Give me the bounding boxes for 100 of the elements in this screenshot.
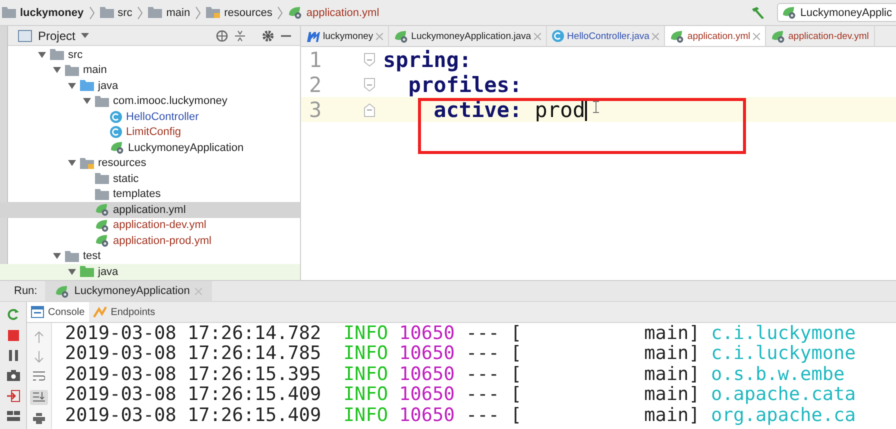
code-text: active: prod	[432, 98, 586, 122]
log-separator: ---	[466, 384, 500, 406]
tree-item[interactable]: java	[68, 78, 300, 94]
dropdown-caret-icon[interactable]	[81, 32, 90, 38]
folder-icon	[2, 7, 16, 18]
log-thread: [ main]	[510, 343, 700, 364]
log-pid: 10650	[399, 323, 455, 344]
tree-item[interactable]: static	[83, 171, 300, 186]
log-level: INFO	[343, 323, 388, 344]
log-level: INFO	[343, 364, 388, 385]
console-tab[interactable]: Endpoints	[88, 302, 160, 322]
log-logger: c.i.luckymone	[710, 343, 856, 364]
chevron-icon	[195, 6, 202, 20]
class-icon	[552, 30, 564, 42]
fold-marker-icon[interactable]	[364, 102, 375, 116]
i-beam-cursor-icon	[592, 100, 599, 112]
leaf-icon	[670, 30, 684, 42]
soft-wrap-icon[interactable]	[33, 371, 45, 382]
folder-icon	[95, 173, 109, 184]
chevron-icon	[137, 6, 144, 20]
chevron-icon	[88, 6, 95, 20]
log-timestamp: 2019-03-08 17:26:15.409	[65, 384, 322, 406]
editor-tab[interactable]: luckymoney	[301, 26, 390, 46]
run-configuration-dropdown[interactable]: LuckymoneyApplic	[777, 3, 896, 22]
log-level: INFO	[343, 343, 388, 364]
chevron-icon	[277, 6, 284, 20]
stop-icon[interactable]	[8, 330, 18, 341]
pause-icon[interactable]	[8, 350, 18, 361]
panel-title[interactable]: Project	[38, 28, 76, 42]
log-logger: org.apache.ca	[710, 404, 856, 426]
tree-item[interactable]: main	[53, 62, 300, 78]
editor-tab[interactable]: application-dev.yml	[766, 26, 875, 46]
tree-item[interactable]: resources	[68, 156, 300, 171]
editor-tab[interactable]: application.yml	[665, 26, 766, 46]
leaf-icon	[288, 6, 302, 19]
camera-icon[interactable]	[6, 370, 20, 381]
tree-item[interactable]: HelloController	[98, 109, 300, 124]
print-icon[interactable]	[33, 413, 45, 424]
log-pid: 10650	[399, 384, 455, 406]
tree-item[interactable]: templates	[83, 186, 300, 202]
expanded-arrow-icon[interactable]	[68, 159, 76, 168]
log-level: INFO	[343, 404, 388, 426]
run-label: Run:	[13, 285, 38, 297]
target-icon[interactable]	[216, 30, 228, 42]
run-tab[interactable]: LuckymoneyApplication	[45, 281, 212, 301]
editor-tab[interactable]: LuckymoneyApplication.java	[389, 26, 548, 46]
log-logger: o.apache.cata	[710, 384, 856, 406]
letter-m-icon	[306, 30, 320, 42]
settings-icon[interactable]	[262, 30, 274, 42]
breadcrumb[interactable]: main	[148, 6, 190, 18]
log-separator: ---	[466, 404, 500, 426]
folder-icon	[50, 49, 64, 60]
class-icon	[110, 126, 122, 138]
fold-marker-icon[interactable]	[364, 78, 375, 92]
folder-icon	[65, 250, 79, 262]
tree-item[interactable]: LimitConfig	[98, 124, 300, 140]
log-timestamp: 2019-03-08 17:26:15.395	[65, 364, 322, 385]
graph-icon	[92, 306, 107, 318]
exit-icon[interactable]	[6, 390, 20, 402]
collapse-all-icon[interactable]	[234, 30, 246, 42]
line-number: 3	[308, 98, 323, 122]
hammer-icon[interactable]	[750, 6, 766, 20]
console-tab[interactable]: Console	[27, 302, 89, 322]
leaf-icon	[782, 6, 796, 19]
tree-item[interactable]: com.imooc.luckymoney	[83, 94, 300, 109]
folder-icon	[95, 188, 109, 200]
code-text: spring:	[383, 48, 472, 72]
tree-item[interactable]: java	[0, 264, 300, 280]
breadcrumb[interactable]: resources	[206, 6, 272, 18]
log-separator: ---	[466, 343, 500, 364]
tree-item[interactable]: test	[53, 248, 300, 264]
tree-item[interactable]: src	[8, 47, 300, 62]
tree-item[interactable]: application.yml	[0, 202, 300, 218]
line-number: 1	[308, 48, 323, 72]
code-text: profiles:	[407, 72, 522, 96]
scroll-to-end-icon	[33, 392, 45, 403]
text-cursor	[585, 98, 587, 120]
scroll-to-end-button[interactable]	[30, 390, 48, 405]
folder-icon	[148, 7, 162, 18]
log-level: INFO	[343, 384, 388, 406]
breadcrumb[interactable]: application.yml	[288, 6, 380, 19]
rerun-icon[interactable]	[6, 308, 20, 321]
folder-icon	[100, 7, 114, 18]
tree-item[interactable]: application-prod.yml	[83, 233, 300, 248]
log-separator: ---	[466, 323, 500, 344]
log-separator: ---	[466, 364, 500, 385]
fold-marker-icon[interactable]	[364, 52, 375, 66]
log-pid: 10650	[399, 364, 455, 385]
log-thread: [ main]	[510, 404, 700, 426]
leaf-icon	[55, 284, 70, 298]
log-thread: [ main]	[510, 323, 700, 344]
tree-item[interactable]: LuckymoneyApplication	[98, 140, 300, 156]
layout-icon[interactable]	[6, 411, 20, 421]
breadcrumb[interactable]: luckymoney	[2, 6, 84, 18]
folder-icon	[206, 7, 220, 18]
class-icon	[110, 110, 122, 123]
tree-item[interactable]: application-dev.yml	[83, 218, 300, 233]
log-timestamp: 2019-03-08 17:26:15.409	[65, 404, 322, 426]
breadcrumb[interactable]: src	[100, 6, 132, 18]
log-logger: o.s.b.w.embe	[710, 364, 845, 385]
